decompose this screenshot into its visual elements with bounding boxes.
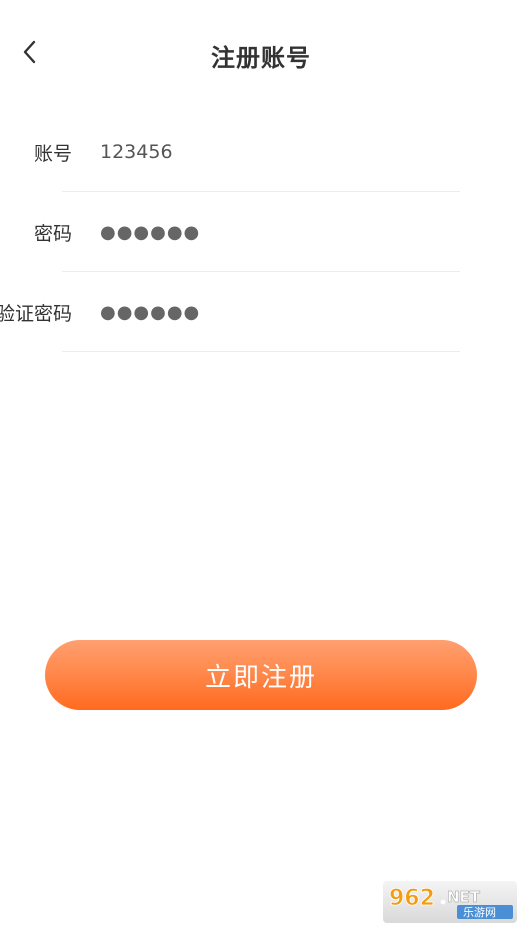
divider bbox=[62, 351, 460, 352]
top-bar: 注册账号 bbox=[0, 0, 522, 106]
watermark-logo: 962 NET 乐游网 bbox=[383, 881, 517, 923]
confirm-password-label: 验证密码 bbox=[0, 302, 72, 325]
svg-text:962: 962 bbox=[389, 886, 435, 911]
svg-text:NET: NET bbox=[447, 888, 481, 906]
account-label: 账号 bbox=[33, 142, 72, 165]
register-button[interactable]: 立即注册 bbox=[45, 640, 477, 710]
password-row: 密码 ●●●●●● bbox=[0, 192, 522, 272]
page-title: 注册账号 bbox=[211, 44, 311, 72]
password-field[interactable]: ●●●●●● bbox=[100, 192, 460, 272]
confirm-password-field[interactable]: ●●●●●● bbox=[100, 272, 460, 352]
password-label: 密码 bbox=[33, 222, 72, 245]
confirm-password-row: 验证密码 ●●●●●● bbox=[0, 272, 522, 352]
account-row: 账号 123456 bbox=[0, 112, 522, 192]
account-field[interactable]: 123456 bbox=[100, 112, 460, 192]
svg-text:乐游网: 乐游网 bbox=[463, 906, 496, 919]
